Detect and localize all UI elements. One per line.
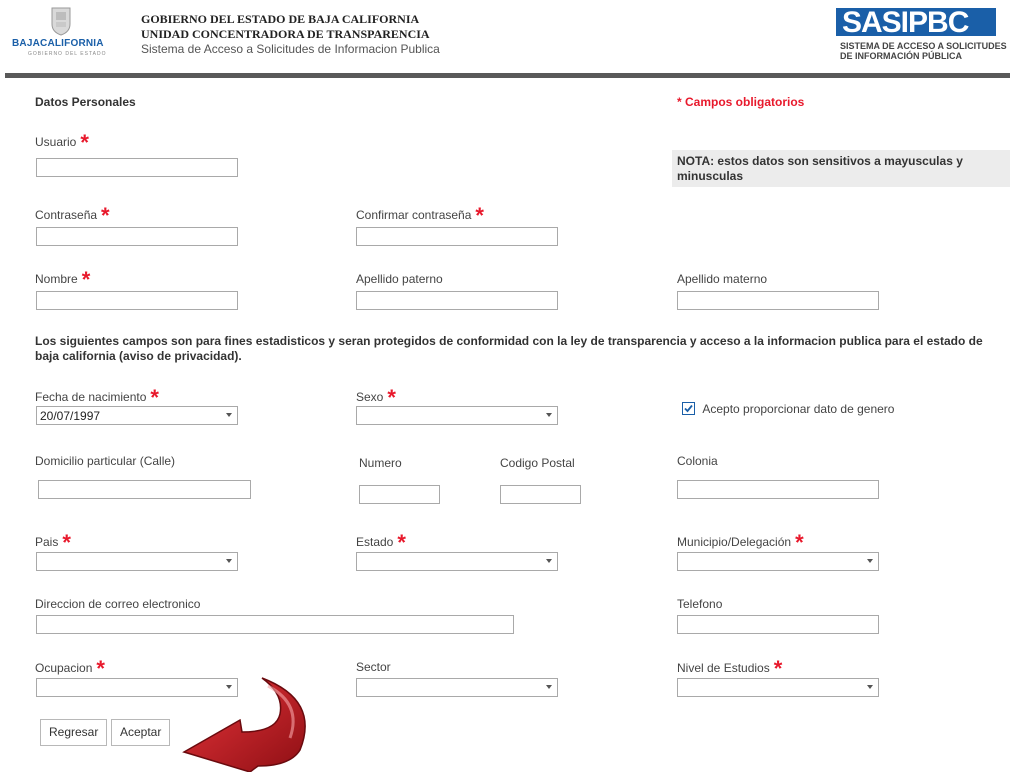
header-title-3: Sistema de Acceso a Solicitudes de Infor… <box>141 42 440 56</box>
regresar-button[interactable]: Regresar <box>40 719 108 746</box>
domicilio-label: Domicilio particular (Calle) <box>35 454 176 468</box>
state-logo: BAJACALIFORNIA GOBIERNO DEL ESTADO <box>10 6 120 62</box>
municipio-select[interactable] <box>677 552 879 571</box>
sasipbc-logo-text: SASIPBC <box>842 6 969 39</box>
apellido-materno-input[interactable] <box>677 291 879 310</box>
stats-notice: Los siguientes campos son para fines est… <box>35 334 983 363</box>
fecha-label: Fecha de nacimiento <box>35 390 147 404</box>
nivel-estudios-label: Nivel de Estudios <box>677 661 770 675</box>
numero-input[interactable] <box>359 485 440 504</box>
checkmark-icon <box>684 404 693 413</box>
coat-of-arms-icon <box>51 7 71 36</box>
section-title: Datos Personales <box>35 95 136 109</box>
correo-label: Direccion de correo electronico <box>35 597 201 611</box>
chevron-down-icon <box>546 559 552 563</box>
sasipbc-logo: SASIPBC SISTEMA DE ACCESO A SOLICITUDES … <box>828 6 1010 66</box>
sasipbc-sub-1: SISTEMA DE ACCESO A SOLICITUDES <box>840 41 1007 51</box>
nombre-input[interactable] <box>36 291 238 310</box>
sexo-select[interactable] <box>356 406 558 425</box>
fecha-nacimiento-select[interactable]: 20/07/1997 <box>36 406 238 425</box>
header-divider <box>5 73 1010 78</box>
contrasena-label: Contraseña <box>35 208 98 222</box>
chevron-down-icon <box>546 685 552 689</box>
required-asterisk-icon: * <box>81 267 91 292</box>
required-asterisk-icon: * <box>101 203 110 228</box>
pais-label: Pais <box>35 535 59 549</box>
header-title-2: UNIDAD CONCENTRADORA DE TRANSPARENCIA <box>141 27 430 41</box>
estado-label: Estado <box>356 535 394 549</box>
apellido-paterno-input[interactable] <box>356 291 558 310</box>
colonia-input[interactable] <box>677 480 879 499</box>
municipio-label: Municipio/Delegación <box>677 535 792 549</box>
aceptar-button[interactable]: Aceptar <box>111 719 171 746</box>
genero-checkbox-row[interactable]: Acepto proporcionar dato de genero <box>682 400 894 416</box>
sector-select[interactable] <box>356 678 558 697</box>
telefono-input[interactable] <box>677 615 879 634</box>
genero-checkbox-label: Acepto proporcionar dato de genero <box>702 402 895 416</box>
required-asterisk-icon: * <box>475 203 484 228</box>
chevron-down-icon <box>867 559 873 563</box>
sector-label: Sector <box>356 660 391 674</box>
left-logo-text: BAJACALIFORNIA <box>12 38 104 49</box>
codigo-postal-label: Codigo Postal <box>500 456 575 470</box>
ocupacion-label: Ocupacion <box>35 661 93 675</box>
confirmar-input[interactable] <box>356 227 558 246</box>
numero-label: Numero <box>359 456 402 470</box>
confirmar-label: Confirmar contraseña <box>356 208 472 222</box>
nombre-label: Nombre <box>35 272 78 286</box>
chevron-down-icon <box>226 559 232 563</box>
nota-text: NOTA: estos datos son sensitivos a mayus… <box>677 154 963 183</box>
genero-checkbox[interactable] <box>682 402 695 415</box>
telefono-label: Telefono <box>677 597 723 611</box>
required-asterisk-icon: * <box>80 130 89 155</box>
fecha-value: 20/07/1997 <box>40 409 101 423</box>
left-logo-sub: GOBIERNO DEL ESTADO <box>28 51 107 57</box>
contrasena-input[interactable] <box>36 227 238 246</box>
chevron-down-icon <box>867 685 873 689</box>
header-title-1: GOBIERNO DEL ESTADO DE BAJA CALIFORNIA <box>141 12 420 26</box>
colonia-label: Colonia <box>677 454 718 468</box>
pais-select[interactable] <box>36 552 238 571</box>
chevron-down-icon <box>546 413 552 417</box>
apellido-materno-label: Apellido materno <box>677 272 768 286</box>
codigo-postal-input[interactable] <box>500 485 581 504</box>
nivel-estudios-select[interactable] <box>677 678 879 697</box>
usuario-label: Usuario <box>35 135 77 149</box>
sasipbc-sub-2: DE INFORMACIÓN PÚBLICA <box>840 51 962 61</box>
apellido-paterno-label: Apellido paterno <box>356 272 443 286</box>
red-arrow-icon <box>182 677 306 772</box>
estado-select[interactable] <box>356 552 558 571</box>
domicilio-input[interactable] <box>38 480 251 499</box>
correo-input[interactable] <box>36 615 514 634</box>
nota-box: NOTA: estos datos son sensitivos a mayus… <box>672 150 1010 187</box>
usuario-input[interactable] <box>36 158 238 177</box>
sexo-label: Sexo <box>356 390 384 404</box>
required-note: * Campos obligatorios <box>677 95 805 109</box>
chevron-down-icon <box>226 413 232 417</box>
